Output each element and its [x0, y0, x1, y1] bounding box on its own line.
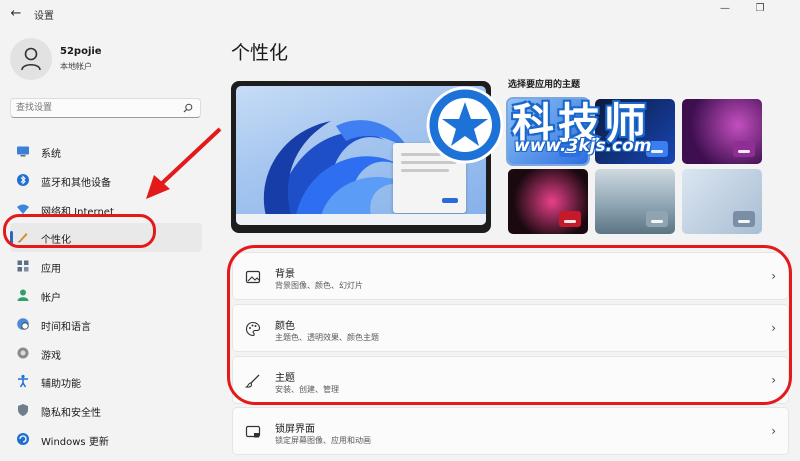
sidebar-item-personalization[interactable]: 个性化 [10, 223, 202, 253]
card-subtitle: 安装、创建、管理 [275, 385, 339, 394]
sidebar-item-label: 游戏 [41, 350, 61, 362]
sidebar-item-gaming[interactable]: 游戏 [10, 339, 202, 368]
user-name: 52pojie [60, 46, 102, 57]
update-icon [17, 432, 29, 445]
brush-icon [245, 374, 260, 388]
card-themes[interactable]: 主题 安装、创建、管理 › [232, 356, 789, 404]
card-subtitle: 主题色、透明效果、颜色主题 [275, 333, 379, 342]
card-subtitle: 背景图像、颜色、幻灯片 [275, 281, 363, 290]
card-colors[interactable]: 颜色 主题色、透明效果、颜色主题 › [232, 304, 789, 352]
preview-taskbar [236, 214, 486, 225]
sidebar-item-label: 系统 [41, 149, 61, 160]
card-lock-screen[interactable]: 锁屏界面 锁定屏幕图像、应用和动画 › [232, 407, 789, 455]
search-box[interactable] [10, 98, 201, 118]
apps-icon [17, 260, 29, 272]
sidebar-item-accounts[interactable]: 帐户 [10, 281, 202, 310]
sidebar-item-label: 应用 [41, 264, 61, 276]
app-title: 设置 [34, 11, 54, 22]
theme-sunrise[interactable] [595, 169, 675, 234]
chevron-right-icon: › [771, 269, 776, 283]
gamepad-icon [17, 347, 29, 359]
sidebar-item-label: 网络和 Internet [41, 206, 114, 218]
account-icon [17, 289, 29, 301]
chevron-right-icon: › [771, 424, 776, 438]
sidebar-item-label: 帐户 [41, 292, 61, 304]
system-monitor-icon [17, 146, 29, 157]
shield-icon [18, 404, 28, 417]
restore-icon[interactable]: ❐ [753, 2, 767, 16]
card-subtitle: 锁定屏幕图像、应用和动画 [275, 436, 371, 445]
globe-clock-icon [17, 317, 29, 330]
card-title: 颜色 [275, 321, 295, 332]
theme-glow[interactable] [682, 99, 762, 164]
pen-brush-icon [18, 233, 28, 243]
sidebar-item-time-language[interactable]: 时间和语言 [10, 310, 202, 339]
theme-windows-dark[interactable] [595, 99, 675, 164]
chevron-right-icon: › [771, 321, 776, 335]
sidebar-item-privacy[interactable]: 隐私和安全性 [10, 396, 202, 425]
sidebar-item-label: 时间和语言 [41, 321, 91, 333]
chevron-right-icon: › [771, 373, 776, 387]
preview-window [393, 143, 466, 213]
user-profile[interactable]: 52pojie 本地帐户 [10, 38, 210, 82]
palette-icon [245, 321, 261, 337]
themes-label: 选择要应用的主题 [508, 80, 581, 90]
card-title: 锁屏界面 [275, 424, 315, 435]
bluetooth-icon [17, 173, 29, 186]
lock-screen-icon [245, 425, 261, 438]
title-bar: ← 设置 — ❐ [0, 0, 800, 28]
sidebar-item-label: 辅助功能 [41, 379, 81, 391]
theme-captured-motion[interactable] [508, 169, 588, 234]
sidebar-item-label: 隐私和安全性 [41, 408, 101, 420]
minimize-icon[interactable]: — [718, 2, 732, 16]
active-indicator [10, 231, 13, 245]
sidebar-item-windows-update[interactable]: Windows 更新 [10, 425, 202, 454]
back-arrow-icon[interactable]: ← [8, 6, 24, 22]
account-type: 本地帐户 [60, 62, 92, 71]
page-title: 个性化 [231, 42, 289, 64]
wallpaper-preview [236, 86, 486, 225]
desktop-preview [231, 81, 491, 233]
theme-windows-light[interactable] [506, 97, 590, 166]
accessibility-icon [18, 375, 28, 388]
card-background[interactable]: 背景 背景图像、颜色、幻灯片 › [232, 252, 789, 300]
card-title: 主题 [275, 373, 295, 384]
sidebar-item-label: 蓝牙和其他设备 [41, 177, 111, 189]
card-title: 背景 [275, 269, 295, 280]
avatar [10, 38, 52, 80]
sidebar-item-label: 个性化 [41, 235, 71, 247]
search-icon[interactable] [183, 103, 193, 113]
sidebar-item-label: Windows 更新 [41, 436, 109, 448]
annotation-arrow-icon [146, 127, 222, 199]
search-input[interactable] [16, 101, 176, 115]
sidebar-item-accessibility[interactable]: 辅助功能 [10, 367, 202, 396]
theme-flow[interactable] [682, 169, 762, 234]
image-icon [245, 270, 261, 284]
sidebar-item-apps[interactable]: 应用 [10, 252, 202, 281]
person-icon [21, 47, 41, 71]
wifi-icon [17, 204, 29, 214]
